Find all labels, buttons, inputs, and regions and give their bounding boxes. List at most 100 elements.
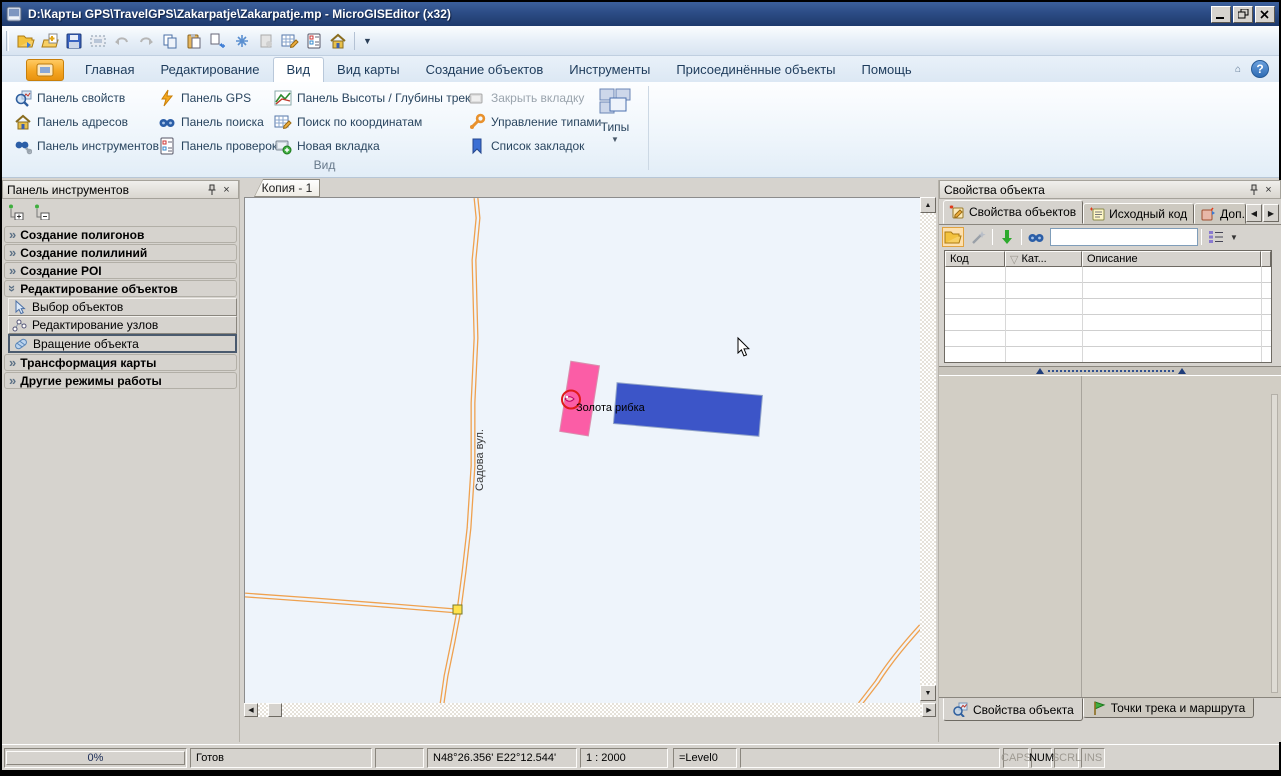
column-header-kategoriya[interactable]: ▽Кат...: [1005, 251, 1082, 267]
additional-settings-icon: [1200, 207, 1216, 221]
properties-table[interactable]: Код ▽Кат... Описание: [944, 250, 1272, 363]
tab-vid-karty[interactable]: Вид карты: [324, 58, 413, 82]
search-input[interactable]: [1050, 228, 1198, 246]
tab-prisoedinennye-obekty[interactable]: Присоединённые объекты: [663, 58, 848, 82]
panel-tools-button[interactable]: Панель инструментов: [10, 135, 163, 156]
paste-objects-icon[interactable]: [206, 29, 230, 53]
types-dropdown-icon: ▼: [611, 135, 619, 144]
group-create-polylines[interactable]: » Создание полилиний: [4, 244, 237, 261]
list-dropdown-icon[interactable]: ▼: [1230, 233, 1238, 242]
properties-toolbar: ▼: [939, 225, 1281, 249]
tab-instrumenty[interactable]: Инструменты: [556, 58, 663, 82]
new-map-icon[interactable]: [38, 29, 62, 53]
horizontal-scroll-track[interactable]: [258, 703, 922, 717]
coord-search-button[interactable]: Поиск по координатам: [270, 111, 481, 132]
splitter-collapse-icon[interactable]: [1178, 368, 1186, 374]
table-grid-line: [1082, 267, 1083, 362]
tab-additional[interactable]: Доп. н: [1194, 203, 1246, 224]
group-transform-map[interactable]: » Трансформация карты: [4, 354, 237, 371]
paste-icon[interactable]: [182, 29, 206, 53]
tab-scroll-left-icon[interactable]: ◀: [1246, 204, 1262, 222]
edit-nodes-button[interactable]: Редактирование узлов: [8, 316, 237, 334]
scroll-right-icon[interactable]: ▶: [922, 703, 936, 717]
save-icon[interactable]: [62, 29, 86, 53]
map-vertical-scrollbar[interactable]: ▲ ▼: [920, 197, 936, 701]
vertical-scroll-track[interactable]: [920, 213, 936, 685]
column-header-kod[interactable]: Код: [945, 251, 1005, 267]
map-horizontal-scrollbar[interactable]: ◀ ▶: [244, 703, 936, 717]
bottom-tab-object-properties[interactable]: Свойства объекта: [943, 698, 1083, 721]
column-header-opisanie[interactable]: Описание: [1082, 251, 1261, 267]
splitter-collapse-icon[interactable]: [1036, 368, 1044, 374]
merge-objects-icon[interactable]: [230, 29, 254, 53]
panel-search-button[interactable]: Панель поиска: [154, 111, 281, 132]
application-window: D:\Карты GPS\TravelGPS\Zakarpatje\Zakarp…: [0, 0, 1281, 776]
collapse-ribbon-icon[interactable]: ⌂: [1235, 64, 1241, 75]
progress-cell: 0%: [4, 748, 187, 768]
pin-icon[interactable]: [1246, 183, 1261, 197]
pin-icon[interactable]: [204, 183, 219, 197]
application-menu-button[interactable]: [26, 59, 64, 81]
expand-all-icon[interactable]: [6, 203, 26, 221]
open-folder-icon[interactable]: [942, 227, 964, 247]
close-panel-icon[interactable]: ×: [219, 183, 234, 197]
edit-table-icon[interactable]: [278, 29, 302, 53]
numbered-list-icon[interactable]: [1205, 227, 1227, 247]
panel-checks-button[interactable]: Панель проверок: [154, 135, 281, 156]
panel-props-button[interactable]: Панель свойств: [10, 87, 163, 108]
tab-vid[interactable]: Вид: [273, 57, 325, 82]
group-edit-objects[interactable]: » Редактирование объектов: [4, 280, 237, 297]
types-button[interactable]: Типы ▼: [592, 87, 638, 153]
map-canvas[interactable]: Садова вул. Золота рибка: [244, 197, 920, 703]
restore-button[interactable]: [1233, 6, 1253, 23]
minimize-button[interactable]: [1211, 6, 1231, 23]
window-select-icon[interactable]: [86, 29, 110, 53]
map-tab-kopiya-1[interactable]: Копия - 1: [254, 179, 320, 197]
close-panel-icon[interactable]: ×: [1261, 183, 1276, 197]
tab-sozdanie-obektov[interactable]: Создание объектов: [413, 58, 557, 82]
new-tab-button[interactable]: Новая вкладка: [270, 135, 481, 156]
group-create-poi[interactable]: » Создание POI: [4, 262, 237, 279]
tab-source-code[interactable]: Исходный код: [1083, 203, 1194, 224]
search-binoculars-icon[interactable]: [1025, 227, 1047, 247]
scroll-up-icon[interactable]: ▲: [920, 197, 936, 213]
help-icon[interactable]: ?: [1251, 60, 1269, 78]
check-list-icon[interactable]: [302, 29, 326, 53]
rotate-object-button[interactable]: Вращение объекта: [8, 334, 237, 353]
tab-redaktirovanie[interactable]: Редактирование: [147, 58, 272, 82]
toolbar-options-icon[interactable]: ▼: [359, 36, 376, 46]
table-body-empty[interactable]: [945, 267, 1271, 362]
close-button[interactable]: [1255, 6, 1275, 23]
panel-elevation-button[interactable]: Панель Высоты / Глубины трека: [270, 87, 481, 108]
window-title: D:\Карты GPS\TravelGPS\Zakarpatje\Zakarp…: [28, 7, 451, 21]
bookmarks-button[interactable]: Список закладок: [464, 135, 605, 156]
copy-icon[interactable]: [158, 29, 182, 53]
panel-addresses-button[interactable]: Панель адресов: [10, 111, 163, 132]
group-other-modes[interactable]: » Другие режимы работы: [4, 372, 237, 389]
scroll-down-icon[interactable]: ▼: [920, 685, 936, 701]
open-map-icon[interactable]: [14, 29, 38, 53]
apply-down-icon[interactable]: [996, 227, 1018, 247]
source-code-icon: [1089, 207, 1105, 221]
tab-glavnaya[interactable]: Главная: [72, 58, 147, 82]
select-objects-button[interactable]: Выбор объектов: [8, 298, 237, 316]
home-icon[interactable]: [326, 29, 350, 53]
toolbar-separator: [354, 32, 355, 50]
edit-properties-icon: [949, 205, 965, 219]
manage-types-button[interactable]: Управление типами: [464, 111, 605, 132]
close-tab-button: Закрыть вкладку: [464, 87, 605, 108]
road-junction-node[interactable]: [453, 605, 462, 614]
status-empty-wide-cell: [740, 748, 1000, 768]
group-create-polygons[interactable]: » Создание полигонов: [4, 226, 237, 243]
bottom-tab-track-points[interactable]: Точки трека и маршрута: [1083, 698, 1255, 718]
tab-scroll-right-icon[interactable]: ▶: [1263, 204, 1279, 222]
detail-pane-divider[interactable]: [1081, 376, 1082, 697]
collapse-all-icon[interactable]: [32, 203, 52, 221]
splitter-handle[interactable]: [1036, 368, 1186, 374]
horizontal-scroll-thumb[interactable]: [268, 703, 282, 717]
scroll-left-icon[interactable]: ◀: [244, 703, 258, 717]
tab-object-properties[interactable]: Свойства объектов: [943, 200, 1083, 224]
tab-pomosch[interactable]: Помощь: [849, 58, 925, 82]
panel-splitter[interactable]: [939, 366, 1281, 376]
panel-gps-button[interactable]: Панель GPS: [154, 87, 281, 108]
